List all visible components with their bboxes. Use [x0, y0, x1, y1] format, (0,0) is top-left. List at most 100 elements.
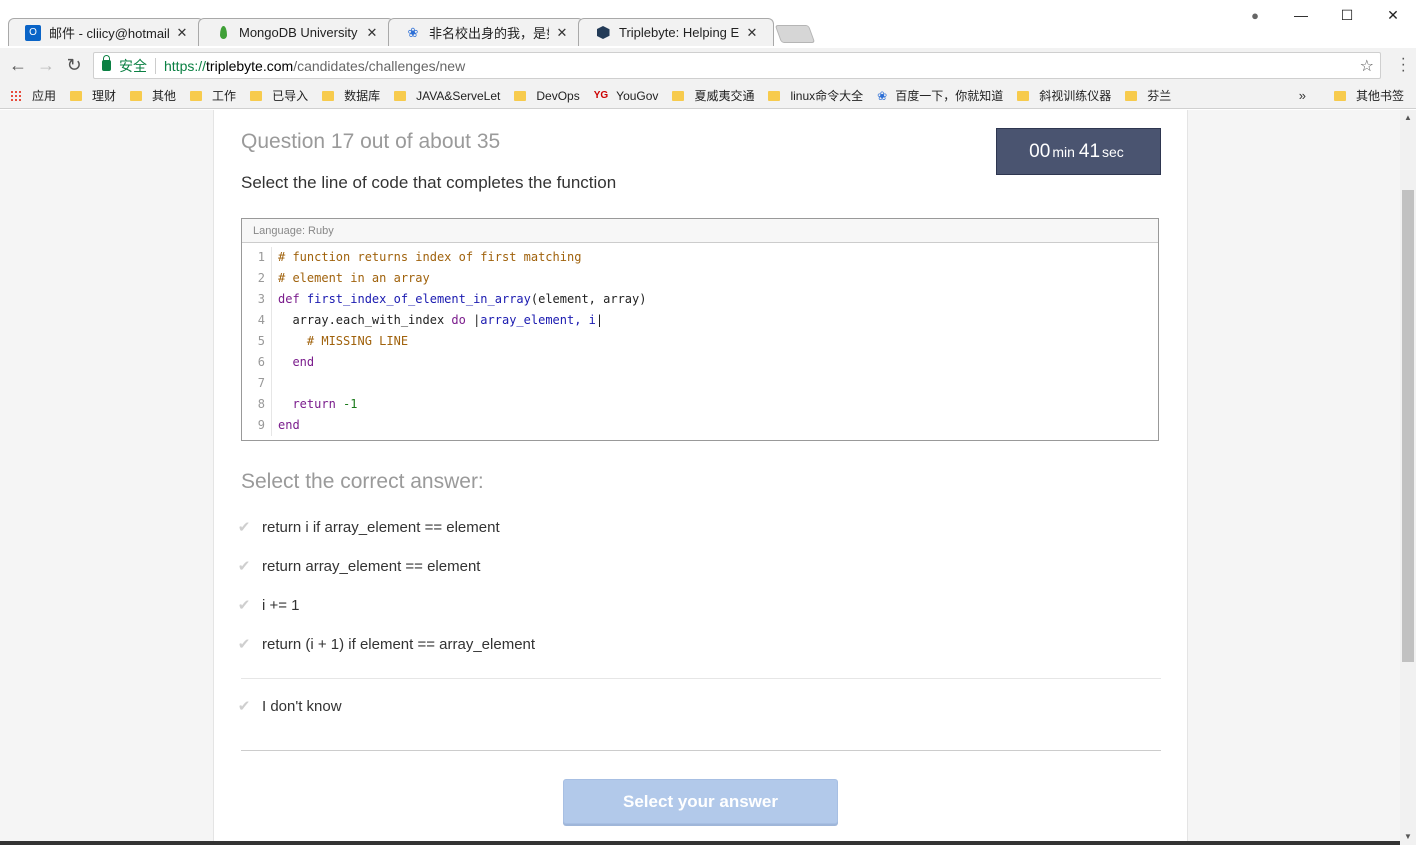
window-controls: ● — ☐ ✕	[1232, 0, 1416, 30]
tab-baidu-article[interactable]: ❀ 非名校出身的我，是如何 ✕	[388, 18, 584, 46]
folder-icon	[322, 90, 335, 101]
answer-option-4[interactable]: ✔ return (i + 1) if element == array_elem…	[234, 635, 536, 654]
line-number: 3	[242, 289, 272, 310]
code-text: array.each_with_index do |array_element,…	[272, 310, 603, 331]
lock-icon	[102, 55, 111, 71]
code-line: 5 # MISSING LINE	[242, 331, 1158, 352]
bookmark-label: DevOps	[536, 88, 580, 103]
line-number: 5	[242, 331, 272, 352]
folder-icon	[1125, 90, 1138, 101]
account-icon[interactable]: ●	[1232, 8, 1278, 23]
folder-icon	[1017, 90, 1030, 101]
bookmark-label: 其他书签	[1355, 89, 1404, 103]
new-tab-button[interactable]	[774, 25, 816, 43]
code-keyword: return	[278, 397, 344, 411]
bookmark-label: 芬兰	[1147, 89, 1172, 103]
tab-triplebyte[interactable]: Triplebyte: Helping Enc ✕	[578, 18, 774, 46]
scrollbar-thumb[interactable]	[1402, 190, 1414, 662]
bookmarks-bar: 应用 理财 其他 工作 已导入 数据库 JAVA&ServeLet DevOps…	[0, 83, 1416, 109]
bookmark-label: 已导入	[272, 89, 309, 103]
code-language-label: Language: Ruby	[242, 219, 1158, 243]
line-number: 6	[242, 352, 272, 373]
divider	[241, 678, 1161, 679]
bookmark-label: 应用	[32, 89, 57, 103]
bookmarks-overflow-button[interactable]: »	[1299, 88, 1306, 103]
answer-option-2[interactable]: ✔ return array_element == element	[234, 557, 481, 576]
bookmark-label: JAVA&ServeLet	[416, 88, 501, 103]
answer-option-dont-know[interactable]: ✔ I don't know	[234, 697, 342, 716]
bookmark-apps[interactable]: 应用	[10, 87, 56, 104]
answer-heading: Select the correct answer:	[241, 470, 484, 493]
mongodb-leaf-icon	[215, 25, 231, 41]
bookmark-folder[interactable]: 芬兰	[1125, 87, 1171, 104]
timer-seconds: 41	[1078, 141, 1101, 162]
bookmark-folder[interactable]: 斜视训练仪器	[1017, 87, 1111, 104]
folder-icon	[672, 90, 685, 101]
close-tab-icon[interactable]: ✕	[745, 25, 759, 41]
bookmark-folder[interactable]: 理财	[70, 87, 116, 104]
bookmark-folder[interactable]: 工作	[190, 87, 236, 104]
bookmark-folder[interactable]: linux命令大全	[768, 87, 863, 104]
maximize-button[interactable]: ☐	[1324, 7, 1370, 24]
url-text[interactable]: https://triplebyte.com/candidates/challe…	[164, 58, 465, 74]
vertical-scrollbar[interactable]: ▲ ▼	[1400, 110, 1416, 845]
code-text: return -1	[272, 394, 357, 415]
bookmark-folder[interactable]: 夏威夷交通	[672, 87, 754, 104]
submit-answer-button[interactable]: Select your answer	[563, 779, 838, 824]
code-call: array.each_with_index	[278, 313, 452, 327]
folder-icon	[1333, 90, 1346, 101]
tab-title: MongoDB University	[239, 25, 358, 40]
answer-text: return (i + 1) if element == array_eleme…	[262, 635, 536, 653]
bookmark-baidu[interactable]: ❀ 百度一下，你就知道	[877, 87, 1003, 104]
code-number: -1	[343, 397, 358, 411]
code-block: Language: Ruby 1 # function returns index…	[241, 218, 1159, 441]
tab-outlook-mail[interactable]: O 邮件 - cliicy@hotmail.c ✕	[8, 18, 204, 46]
bookmark-folder[interactable]: DevOps	[514, 88, 580, 103]
code-line: 9 end	[242, 415, 1158, 436]
address-bar[interactable]: 安全 https://triplebyte.com/candidates/cha…	[93, 52, 1381, 79]
minimize-button[interactable]: —	[1278, 7, 1324, 23]
menu-kebab-icon[interactable]: · · ·	[1401, 51, 1406, 79]
yougov-icon: YG	[593, 90, 609, 101]
scroll-up-arrow-icon[interactable]: ▲	[1400, 110, 1416, 126]
reload-button[interactable]: ↻	[60, 55, 88, 76]
folder-icon	[514, 90, 527, 101]
bookmark-folder[interactable]: 已导入	[250, 87, 308, 104]
other-bookmarks-folder[interactable]: 其他书签	[1333, 87, 1404, 104]
answer-option-1[interactable]: ✔ return i if array_element == element	[234, 518, 500, 537]
answer-text: return i if array_element == element	[262, 518, 500, 536]
line-number: 8	[242, 394, 272, 415]
close-tab-icon[interactable]: ✕	[365, 25, 379, 41]
question-counter: Question 17 out of about 35	[241, 130, 501, 153]
divider	[155, 57, 156, 74]
apps-grid-icon	[10, 89, 22, 102]
timer-sec-unit: sec	[1102, 144, 1124, 160]
code-text: def first_index_of_element_in_array(elem…	[272, 289, 646, 310]
answer-text: return array_element == element	[262, 557, 481, 575]
triplebyte-icon	[595, 25, 611, 41]
code-line: 4 array.each_with_index do |array_elemen…	[242, 310, 1158, 331]
bookmark-star-icon[interactable]: ☆	[1360, 56, 1374, 76]
bookmark-folder[interactable]: 数据库	[322, 87, 380, 104]
close-tab-icon[interactable]: ✕	[555, 25, 569, 41]
code-line: 6 end	[242, 352, 1158, 373]
folder-icon	[768, 90, 781, 101]
bookmark-label: 工作	[212, 89, 237, 103]
close-window-button[interactable]: ✕	[1370, 7, 1416, 24]
bookmark-folder[interactable]: JAVA&ServeLet	[394, 89, 500, 103]
bookmark-label: 斜视训练仪器	[1039, 89, 1112, 103]
tab-mongodb-university[interactable]: MongoDB University ✕	[198, 18, 394, 46]
code-keyword: def	[278, 292, 307, 306]
scroll-down-arrow-icon[interactable]: ▼	[1400, 829, 1416, 845]
bookmark-folder[interactable]: 其他	[130, 87, 176, 104]
tab-title: Triplebyte: Helping Enc	[619, 25, 739, 40]
folder-icon	[190, 90, 203, 101]
back-button[interactable]: ←	[4, 55, 32, 76]
close-tab-icon[interactable]: ✕	[175, 25, 189, 41]
forward-button[interactable]: →	[32, 55, 60, 76]
answer-text: I don't know	[262, 697, 342, 715]
bookmark-yougov[interactable]: YG YouGov	[594, 89, 659, 103]
code-text: # MISSING LINE	[278, 334, 409, 348]
answer-option-3[interactable]: ✔ i += 1	[234, 596, 300, 615]
taskbar-edge	[0, 841, 1400, 845]
